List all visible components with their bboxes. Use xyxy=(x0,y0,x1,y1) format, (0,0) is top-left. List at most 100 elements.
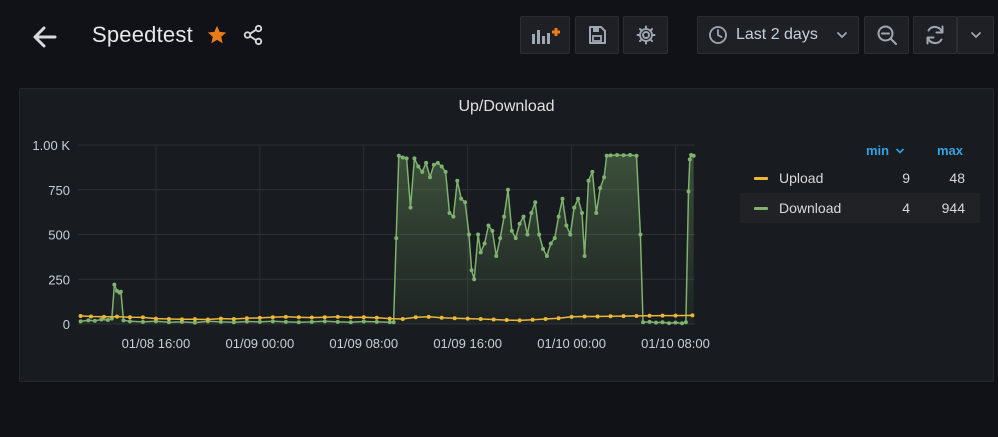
download-point xyxy=(582,253,587,258)
download-point xyxy=(472,277,477,282)
download-point xyxy=(121,318,126,323)
download-point xyxy=(586,178,591,183)
upload-point xyxy=(413,315,418,320)
legend-max-value: 944 xyxy=(941,200,965,216)
download-point xyxy=(412,156,417,161)
download-point xyxy=(560,196,565,201)
arrow-left-icon[interactable] xyxy=(30,22,60,52)
download-point xyxy=(435,160,440,165)
x-tick-label: 01/09 16:00 xyxy=(433,336,502,351)
clock-icon xyxy=(709,26,727,44)
dashboard-settings-button[interactable] xyxy=(623,16,668,54)
download-point xyxy=(404,156,409,161)
x-tick-label: 01/08 16:00 xyxy=(122,336,191,351)
legend-min-value: 9 xyxy=(902,170,910,186)
upload-point xyxy=(478,316,483,321)
y-tick-label: 250 xyxy=(48,272,70,287)
star-icon[interactable] xyxy=(206,24,228,46)
upload-point xyxy=(192,317,197,322)
download-point xyxy=(568,232,573,237)
download-point xyxy=(469,268,474,273)
download-point xyxy=(192,320,197,325)
upload-point xyxy=(179,317,184,322)
upload-point xyxy=(114,314,119,319)
upload-point xyxy=(166,316,171,321)
download-point xyxy=(521,214,526,219)
upload-point xyxy=(543,316,548,321)
time-range-label: Last 2 days xyxy=(736,26,818,43)
upload-point xyxy=(361,315,366,320)
download-point xyxy=(691,153,696,158)
legend-max-header[interactable]: max xyxy=(937,143,963,158)
download-point xyxy=(572,205,577,210)
dashboard-title[interactable]: Speedtest xyxy=(92,22,193,48)
zoom-out-button[interactable] xyxy=(864,16,909,54)
download-point xyxy=(498,236,503,241)
download-point xyxy=(283,319,288,324)
upload-point xyxy=(400,316,405,321)
download-point xyxy=(502,214,507,219)
upload-point xyxy=(127,315,132,320)
save-dashboard-button[interactable] xyxy=(575,16,619,54)
download-point xyxy=(391,320,396,325)
upload-point xyxy=(309,315,314,320)
upload-point xyxy=(647,313,652,318)
download-point xyxy=(680,321,685,326)
download-point xyxy=(602,175,607,180)
share-icon[interactable] xyxy=(242,24,264,46)
upload-point xyxy=(673,313,678,318)
download-point xyxy=(455,178,460,183)
download-point xyxy=(667,321,672,326)
upload-point xyxy=(218,316,223,321)
legend-row-download[interactable]: Download 4 944 xyxy=(740,193,980,223)
legend-series-name: Download xyxy=(779,200,842,216)
upload-point xyxy=(582,314,587,319)
upload-point xyxy=(439,315,444,320)
download-point xyxy=(476,232,481,237)
download-point xyxy=(86,318,91,323)
upload-point xyxy=(374,315,379,320)
upload-point xyxy=(205,317,210,322)
download-point xyxy=(628,153,633,158)
legend-min-header[interactable]: min xyxy=(866,143,905,158)
upload-point xyxy=(530,317,535,322)
download-point xyxy=(140,319,145,324)
download-point xyxy=(576,196,581,201)
upload-point xyxy=(88,314,93,319)
zoom-out-icon xyxy=(877,25,897,45)
upload-point xyxy=(504,318,509,323)
download-area xyxy=(80,155,694,324)
download-point xyxy=(615,153,620,158)
y-tick-label: 500 xyxy=(48,228,70,243)
gear-icon xyxy=(636,25,655,45)
download-point xyxy=(309,319,314,324)
x-tick-label: 01/10 00:00 xyxy=(537,336,606,351)
upload-point xyxy=(101,314,106,319)
download-point xyxy=(541,246,546,251)
download-point xyxy=(590,169,595,174)
legend-min-value: 4 xyxy=(902,200,910,216)
y-tick-label: 0 xyxy=(63,317,70,332)
add-panel-button[interactable] xyxy=(520,16,570,54)
download-point xyxy=(604,153,609,158)
download-point xyxy=(420,169,425,174)
up-download-chart[interactable]: 0 250 500 750 1.00 K 01/08 16:00 01/09 00:00 01… xyxy=(20,89,720,383)
upload-point xyxy=(690,313,695,318)
download-point xyxy=(654,320,659,325)
graph-legend: min max Upload 9 48 Download 4 944 xyxy=(740,141,980,223)
download-point xyxy=(78,319,83,324)
time-range-picker[interactable]: Last 2 days xyxy=(697,16,859,54)
download-point xyxy=(416,164,421,169)
download-point xyxy=(494,253,499,258)
refresh-interval-dropdown[interactable] xyxy=(957,16,994,54)
legend-row-upload[interactable]: Upload 9 48 xyxy=(740,163,980,193)
download-point xyxy=(579,211,584,216)
download-point xyxy=(525,232,530,237)
upload-point xyxy=(140,315,145,320)
download-point xyxy=(463,200,468,205)
refresh-button[interactable] xyxy=(913,16,957,54)
x-tick-label: 01/09 00:00 xyxy=(226,336,295,351)
save-icon xyxy=(589,26,606,44)
download-point xyxy=(513,236,518,241)
download-point xyxy=(638,232,643,237)
